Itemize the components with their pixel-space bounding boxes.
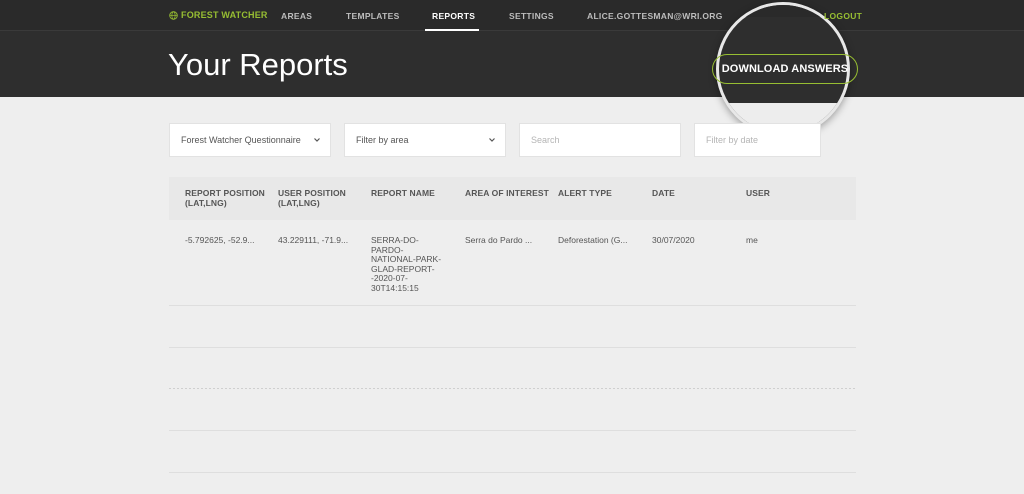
row-divider <box>169 472 856 473</box>
area-select[interactable]: Filter by area <box>344 123 506 157</box>
table-header: REPORT POSITION (LAT,LNG) USER POSITION … <box>169 177 856 220</box>
page-header: FOREST WATCHER AREAS TEMPLATES REPORTS S… <box>0 0 1024 97</box>
search-input[interactable] <box>531 135 680 145</box>
date-filter-input[interactable] <box>706 135 820 145</box>
column-header-report-name[interactable]: REPORT NAME <box>371 188 435 198</box>
cell-report-position: -5.792625, -52.9... <box>185 235 255 245</box>
date-filter-field[interactable] <box>694 123 821 157</box>
brand-label: FOREST WATCHER <box>181 10 268 20</box>
cell-area: Serra do Pardo ... <box>465 235 533 245</box>
nav-areas[interactable]: AREAS <box>281 11 312 21</box>
row-divider <box>169 347 856 348</box>
column-header-alert-type[interactable]: ALERT TYPE <box>558 188 612 198</box>
cell-user-position: 43.229111, -71.9... <box>278 235 349 245</box>
row-divider <box>169 305 856 306</box>
cell-user: me <box>746 235 758 245</box>
brand-link[interactable]: FOREST WATCHER <box>169 10 268 20</box>
download-answers-button[interactable]: DOWNLOAD ANSWERS <box>712 54 858 84</box>
row-divider <box>169 388 856 389</box>
search-field[interactable] <box>519 123 681 157</box>
nav-user-email[interactable]: ALICE.GOTTESMAN@WRI.ORG <box>587 11 723 21</box>
page-title: Your Reports <box>168 47 348 82</box>
cell-alert-type: Deforestation (G... <box>558 235 628 245</box>
row-divider <box>169 430 856 431</box>
top-navbar: FOREST WATCHER AREAS TEMPLATES REPORTS S… <box>0 0 1024 31</box>
template-select-value: Forest Watcher Questionnaire <box>181 135 301 145</box>
chevron-down-icon <box>314 138 320 142</box>
nav-templates[interactable]: TEMPLATES <box>346 11 400 21</box>
column-header-user-position[interactable]: USER POSITION (LAT,LNG) <box>278 188 346 208</box>
cell-report-name: SERRA-DO- PARDO- NATIONAL-PARK- GLAD-REP… <box>371 235 442 293</box>
column-header-area[interactable]: AREA OF INTEREST <box>465 188 549 198</box>
chevron-down-icon <box>489 138 495 142</box>
column-header-user[interactable]: USER <box>746 188 770 198</box>
logout-link[interactable]: LOGOUT <box>824 11 862 21</box>
nav-settings[interactable]: SETTINGS <box>509 11 554 21</box>
column-header-date[interactable]: DATE <box>652 188 675 198</box>
globe-icon <box>169 10 178 20</box>
cell-date: 30/07/2020 <box>652 235 695 245</box>
area-select-value: Filter by area <box>356 135 409 145</box>
column-header-report-position[interactable]: REPORT POSITION (LAT,LNG) <box>185 188 265 208</box>
active-tab-indicator <box>425 29 479 31</box>
nav-reports[interactable]: REPORTS <box>432 11 475 21</box>
template-select[interactable]: Forest Watcher Questionnaire <box>169 123 331 157</box>
